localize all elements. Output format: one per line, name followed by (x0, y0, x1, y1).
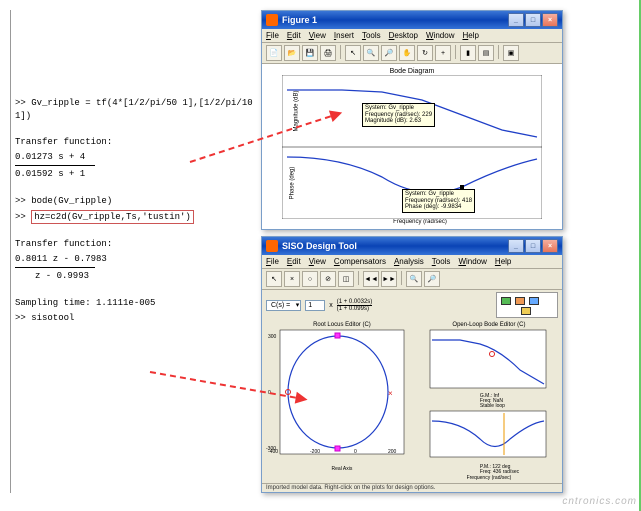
save-icon[interactable]: 💾 (302, 45, 318, 61)
datatip-magnitude: System: Gv_rippleFrequency (rad/sec): 22… (362, 103, 435, 127)
rotate-icon[interactable]: ↻ (417, 45, 433, 61)
cmd-line: >> hz=c2d(Gv_ripple,Ts,'tustin') (15, 210, 255, 225)
status-bar: Imported model data. Right-click on the … (262, 483, 562, 492)
menu-insert[interactable]: Insert (334, 31, 354, 40)
menu-window[interactable]: Window (426, 31, 454, 40)
gain-margin-label: G.M.: InfFreq: NaNStable loop (420, 394, 558, 409)
window-title: SISO Design Tool (282, 241, 357, 251)
svg-text:-300: -300 (266, 446, 276, 452)
new-icon[interactable]: 📄 (266, 45, 282, 61)
transfer-function: (1 + 0.0032s) (1 + 0.099s) (337, 299, 373, 312)
olbode-xlabel: Frequency (rad/sec) (420, 475, 558, 481)
maximize-button[interactable]: □ (525, 239, 541, 253)
menu-help[interactable]: Help (462, 31, 478, 40)
menu-tools[interactable]: Tools (432, 257, 451, 266)
menu-view[interactable]: View (309, 257, 326, 266)
eraser-icon[interactable]: ◫ (338, 271, 354, 287)
toolbar: ↖ × ○ ⊘ ◫ ◄◄ ►► 🔍 🔎 (262, 269, 562, 290)
olbode-mag-plot[interactable] (420, 328, 548, 394)
menubar: File Edit View Insert Tools Desktop Wind… (262, 29, 562, 43)
titlebar[interactable]: SISO Design Tool _ □ × (262, 237, 562, 255)
gain-input[interactable] (305, 300, 325, 311)
arrow-icon[interactable]: ↖ (266, 271, 282, 287)
dock-icon[interactable]: ▣ (503, 45, 519, 61)
svg-text:0: 0 (354, 449, 357, 455)
minimize-button[interactable]: _ (508, 13, 524, 27)
phase-margin-label: P.M.: 122 degFreq: 436 rad/sec (420, 465, 558, 475)
titlebar[interactable]: Figure 1 _ □ × (262, 11, 562, 29)
zero-icon[interactable]: ⊘ (320, 271, 336, 287)
mult-sign: x (329, 302, 333, 309)
svg-text:200: 200 (388, 449, 397, 455)
bode-xlabel: Frequency (rad/sec) (282, 219, 558, 225)
siso-window: SISO Design Tool _ □ × File Edit View Co… (261, 236, 563, 493)
compensator-panel: C(s) = x (1 + 0.0032s) (1 + 0.099s) (262, 290, 562, 320)
text-line: z - 0.9993 (15, 270, 255, 283)
print-icon[interactable]: 🖨 (320, 45, 336, 61)
text-line: Sampling time: 1.1111e-005 (15, 297, 255, 310)
menu-analysis[interactable]: Analysis (394, 257, 424, 266)
toolbar: 📄 📂 💾 🖨 ↖ 🔍 🔎 ✋ ↻ + ▮ ▤ ▣ (262, 43, 562, 64)
matlab-console: >> Gv_ripple = tf(4*[1/2/pi/50 1],[1/2/p… (10, 10, 255, 493)
svg-text:-200: -200 (310, 449, 320, 455)
minimize-button[interactable]: _ (508, 239, 524, 253)
menubar: File Edit View Compensators Analysis Too… (262, 255, 562, 269)
cmd-line: >> Gv_ripple = tf(4*[1/2/pi/50 1],[1/2/p… (15, 97, 255, 122)
olbode-phase-plot[interactable] (420, 409, 548, 465)
zoom-out-icon[interactable]: 🔎 (424, 271, 440, 287)
text-line: Transfer function: (15, 136, 255, 149)
cmd-line: >> bode(Gv_ripple) (15, 195, 255, 208)
menu-edit[interactable]: Edit (287, 31, 301, 40)
watermark: cntronics.com (562, 496, 637, 507)
maximize-button[interactable]: □ (525, 13, 541, 27)
cmd-line: >> sisotool (15, 312, 255, 325)
cursor-icon[interactable]: + (435, 45, 451, 61)
zoom-out-icon[interactable]: 🔎 (381, 45, 397, 61)
window-title: Figure 1 (282, 15, 317, 25)
menu-file[interactable]: File (266, 31, 279, 40)
prev-icon[interactable]: ◄◄ (363, 271, 379, 287)
close-button[interactable]: × (542, 239, 558, 253)
menu-edit[interactable]: Edit (287, 257, 301, 266)
menu-tools[interactable]: Tools (362, 31, 381, 40)
datatip-phase: System: Gv_rippleFrequency (rad/sec): 41… (402, 189, 475, 213)
svg-text:300: 300 (268, 334, 277, 340)
open-icon[interactable]: 📂 (284, 45, 300, 61)
menu-view[interactable]: View (309, 31, 326, 40)
fraction-line (15, 165, 95, 166)
menu-file[interactable]: File (266, 257, 279, 266)
menu-desktop[interactable]: Desktop (389, 31, 418, 40)
prompt: >> (15, 212, 31, 222)
svg-text:×: × (388, 389, 393, 398)
text-line: Transfer function: (15, 238, 255, 251)
rlocus-xlabel: Real Axis (266, 466, 418, 472)
circle-icon[interactable]: ○ (302, 271, 318, 287)
menu-window[interactable]: Window (458, 257, 486, 266)
cross-icon[interactable]: × (284, 271, 300, 287)
app-icon (266, 14, 278, 26)
colorbar-icon[interactable]: ▮ (460, 45, 476, 61)
legend-icon[interactable]: ▤ (478, 45, 494, 61)
text-line: 0.8011 z - 0.7983 (15, 253, 255, 266)
pan-icon[interactable]: ✋ (399, 45, 415, 61)
zoom-in-icon[interactable]: 🔍 (363, 45, 379, 61)
menu-help[interactable]: Help (495, 257, 511, 266)
phase-ylabel: Phase (deg) (289, 167, 295, 200)
close-button[interactable]: × (542, 13, 558, 27)
pointer-icon[interactable]: ↖ (345, 45, 361, 61)
menu-compensators[interactable]: Compensators (334, 257, 386, 266)
compensator-dropdown[interactable]: C(s) = (266, 300, 301, 311)
app-icon (266, 240, 278, 252)
zoom-in-icon[interactable]: 🔍 (406, 271, 422, 287)
loop-diagram[interactable] (496, 292, 558, 318)
text-line: 0.01592 s + 1 (15, 168, 255, 181)
bode-title: Bode Diagram (266, 68, 558, 75)
highlighted-command: hz=c2d(Gv_ripple,Ts,'tustin') (31, 210, 194, 225)
next-icon[interactable]: ►► (381, 271, 397, 287)
fraction-line (15, 267, 95, 268)
